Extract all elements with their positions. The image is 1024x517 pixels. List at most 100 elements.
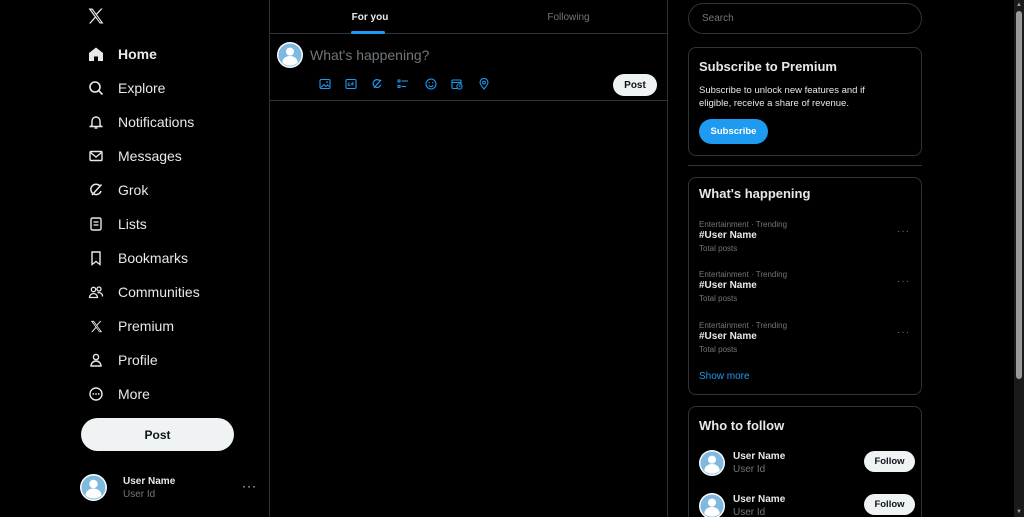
nav-item-more[interactable]: More	[86, 381, 150, 407]
who-to-follow-title: Who to follow	[699, 418, 785, 433]
nav-label-grok: Grok	[118, 182, 149, 198]
compose-post-button[interactable]: Post	[613, 74, 657, 96]
who-to-follow-card: Who to follow User Name User Id Follow U…	[688, 406, 922, 517]
nav-label-lists: Lists	[118, 216, 147, 232]
trend-name: #User Name	[699, 280, 757, 291]
follow-id: User Id	[733, 507, 766, 517]
trend-count: Total posts	[699, 244, 738, 253]
emoji-icon[interactable]	[424, 77, 438, 91]
subscribe-button[interactable]: Subscribe	[699, 119, 768, 144]
nav-label-profile: Profile	[118, 352, 158, 368]
trend-meta: Entertainment · Trending	[699, 321, 788, 330]
search-input[interactable]	[688, 3, 922, 34]
follow-suggestion[interactable]: User Name User Id Follow	[689, 493, 921, 517]
trend-count: Total posts	[699, 294, 738, 303]
follow-button[interactable]: Follow	[864, 451, 915, 472]
timeline-tabs: For you Following	[270, 0, 668, 34]
nav-label-communities: Communities	[118, 284, 200, 300]
nav-item-messages[interactable]: Messages	[86, 143, 182, 169]
follow-id: User Id	[733, 464, 766, 475]
premium-description: Subscribe to unlock new features and if …	[699, 85, 865, 109]
more-icon[interactable]: ···	[897, 276, 910, 287]
follow-suggestion[interactable]: User Name User Id Follow	[689, 450, 921, 480]
trend-count: Total posts	[699, 345, 738, 354]
person-icon	[86, 350, 106, 370]
follow-name: User Name	[733, 451, 786, 462]
nav-label-premium: Premium	[118, 318, 175, 334]
divider	[310, 100, 668, 101]
search-icon	[86, 78, 106, 98]
tab-for-you-label: For you	[351, 11, 389, 23]
trends-title: What's happening	[699, 186, 811, 201]
avatar[interactable]	[277, 42, 303, 68]
nav-label-messages: Messages	[118, 148, 182, 164]
nav-item-explore[interactable]: Explore	[86, 75, 165, 101]
location-icon[interactable]	[477, 77, 491, 91]
tab-following[interactable]: Following	[469, 0, 668, 34]
nav-label-explore: Explore	[118, 80, 166, 96]
bell-icon	[86, 112, 106, 132]
nav-item-profile[interactable]: Profile	[86, 347, 158, 373]
image-icon[interactable]	[318, 77, 332, 91]
more-icon[interactable]: ···	[897, 327, 910, 338]
post-button[interactable]: Post	[81, 418, 234, 451]
nav-item-bookmarks[interactable]: Bookmarks	[86, 245, 188, 271]
account-name: User Name	[123, 476, 176, 487]
list-icon	[86, 214, 106, 234]
post-composer: Post	[270, 34, 668, 101]
communities-icon	[86, 282, 106, 302]
trend-meta: Entertainment · Trending	[699, 270, 788, 279]
more-circle-icon	[86, 384, 106, 404]
follow-name: User Name	[733, 494, 786, 505]
premium-title: Subscribe to Premium	[699, 59, 837, 74]
account-switcher[interactable]: User Name User Id ···	[80, 473, 260, 503]
scrollbar-thumb[interactable]	[1016, 11, 1022, 379]
nav-label-home: Home	[118, 46, 157, 62]
nav-label-bookmarks: Bookmarks	[118, 250, 189, 266]
trend-name: #User Name	[699, 230, 757, 241]
avatar	[699, 450, 725, 476]
nav-label-more: More	[118, 386, 150, 402]
x-logo-icon[interactable]	[86, 6, 108, 28]
tab-following-label: Following	[547, 11, 590, 23]
grok-icon[interactable]	[370, 77, 384, 91]
trend-item[interactable]: Entertainment · Trending #User Name Tota…	[689, 270, 921, 310]
home-icon	[86, 44, 106, 64]
avatar	[80, 474, 107, 501]
more-icon[interactable]: ···	[897, 226, 910, 237]
nav-item-notifications[interactable]: Notifications	[86, 109, 194, 135]
scroll-down-arrow-icon[interactable]: ▼	[1014, 507, 1024, 517]
follow-button[interactable]: Follow	[864, 494, 915, 515]
trend-item[interactable]: Entertainment · Trending #User Name Tota…	[689, 220, 921, 260]
compose-input[interactable]	[310, 46, 640, 64]
left-sidebar: Home Explore Notifications Messages Grok	[0, 0, 269, 517]
x-logo-icon	[86, 316, 106, 336]
trend-name: #User Name	[699, 331, 757, 342]
page-scrollbar[interactable]: ▲ ▼	[1014, 0, 1024, 517]
more-icon[interactable]: ···	[242, 479, 257, 493]
scroll-up-arrow-icon[interactable]: ▲	[1014, 0, 1024, 10]
show-more-link[interactable]: Show more	[699, 371, 750, 382]
gif-icon[interactable]	[344, 77, 358, 91]
nav-item-lists[interactable]: Lists	[86, 211, 147, 237]
account-id: User Id	[123, 489, 156, 500]
bookmark-icon	[86, 248, 106, 268]
nav-item-communities[interactable]: Communities	[86, 279, 200, 305]
trend-meta: Entertainment · Trending	[699, 220, 788, 229]
nav-label-notifications: Notifications	[118, 114, 195, 130]
trends-card: What's happening Entertainment · Trendin…	[688, 177, 922, 395]
timeline: For you Following What's happening? Post	[269, 0, 668, 517]
trend-item[interactable]: Entertainment · Trending #User Name Tota…	[689, 321, 921, 361]
nav-item-home[interactable]: Home	[86, 41, 157, 67]
avatar	[699, 493, 725, 517]
poll-icon[interactable]	[396, 77, 410, 91]
app: Home Explore Notifications Messages Grok	[0, 0, 1024, 517]
tab-for-you[interactable]: For you	[270, 0, 470, 34]
grok-icon	[86, 180, 106, 200]
nav-item-premium[interactable]: Premium	[86, 313, 174, 339]
schedule-icon[interactable]	[450, 77, 464, 91]
divider	[688, 165, 922, 166]
nav-item-grok[interactable]: Grok	[86, 177, 148, 203]
premium-card: Subscribe to Premium Subscribe to unlock…	[688, 47, 922, 156]
mail-icon	[86, 146, 106, 166]
